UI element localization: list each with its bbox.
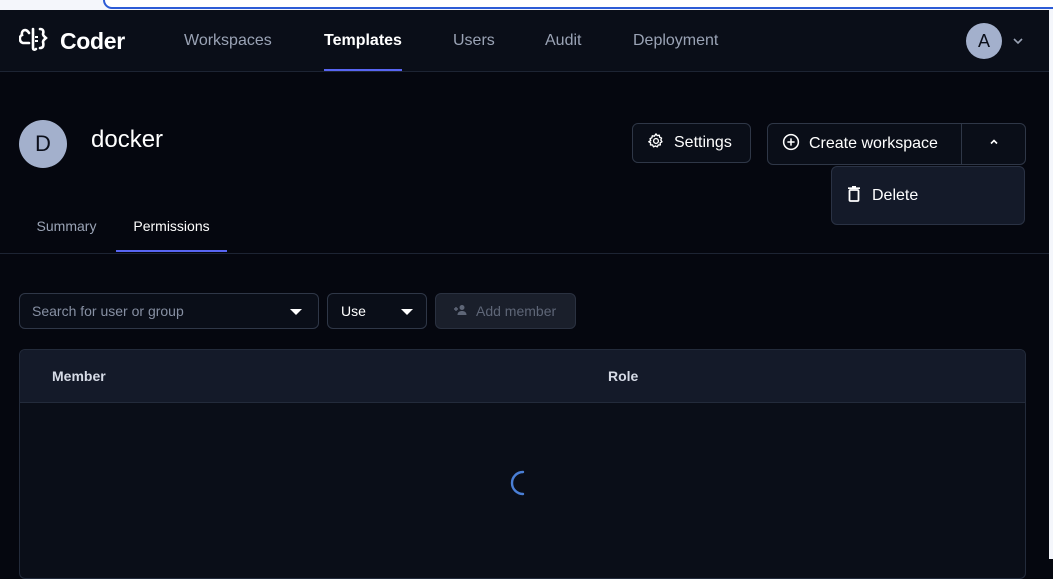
person-add-icon [454, 303, 468, 319]
logo[interactable]: Coder [18, 26, 125, 57]
permissions-table: Member Role [19, 349, 1026, 579]
create-workspace-button[interactable]: Create workspace [767, 123, 962, 165]
nav-deployment[interactable]: Deployment [633, 10, 718, 71]
page-title: docker [91, 126, 164, 153]
role-select-value: Use [341, 303, 366, 319]
top-navbar: Coder Workspaces Templates Users Audit D… [0, 10, 1049, 72]
search-user-group-field[interactable] [19, 293, 319, 329]
create-options-toggle[interactable] [961, 123, 1026, 165]
nav-workspaces[interactable]: Workspaces [184, 10, 272, 71]
nav-users[interactable]: Users [453, 10, 495, 71]
logo-text: Coder [60, 27, 125, 54]
window-edge [1049, 10, 1053, 559]
create-workspace-label: Create workspace [809, 135, 938, 152]
add-member-label: Add member [476, 303, 557, 319]
dropdown-caret-icon[interactable] [290, 309, 302, 315]
template-tabs: Summary Permissions [0, 200, 1049, 254]
add-member-button[interactable]: Add member [435, 293, 576, 329]
column-header-member: Member [52, 368, 106, 384]
settings-button[interactable]: Settings [632, 123, 751, 163]
nav-templates[interactable]: Templates [324, 10, 402, 71]
role-select[interactable]: Use [327, 293, 427, 329]
column-header-role: Role [608, 368, 639, 384]
loading-spinner-icon [510, 470, 536, 496]
coder-logo-icon [18, 26, 52, 57]
tab-summary[interactable]: Summary [35, 200, 98, 252]
plus-circle-icon [782, 133, 800, 156]
nav-audit[interactable]: Audit [545, 10, 581, 71]
table-header: Member Role [20, 350, 1025, 403]
chevron-down-icon[interactable] [1011, 34, 1025, 48]
gear-icon [647, 132, 665, 155]
browser-address-bar-edge [0, 0, 1053, 10]
chevron-up-icon [988, 135, 1000, 153]
user-avatar[interactable]: A [966, 23, 1002, 59]
tab-permissions[interactable]: Permissions [116, 200, 227, 252]
search-input[interactable] [20, 294, 294, 328]
dropdown-caret-icon [401, 309, 413, 315]
template-avatar: D [19, 120, 67, 168]
settings-label: Settings [674, 134, 732, 151]
